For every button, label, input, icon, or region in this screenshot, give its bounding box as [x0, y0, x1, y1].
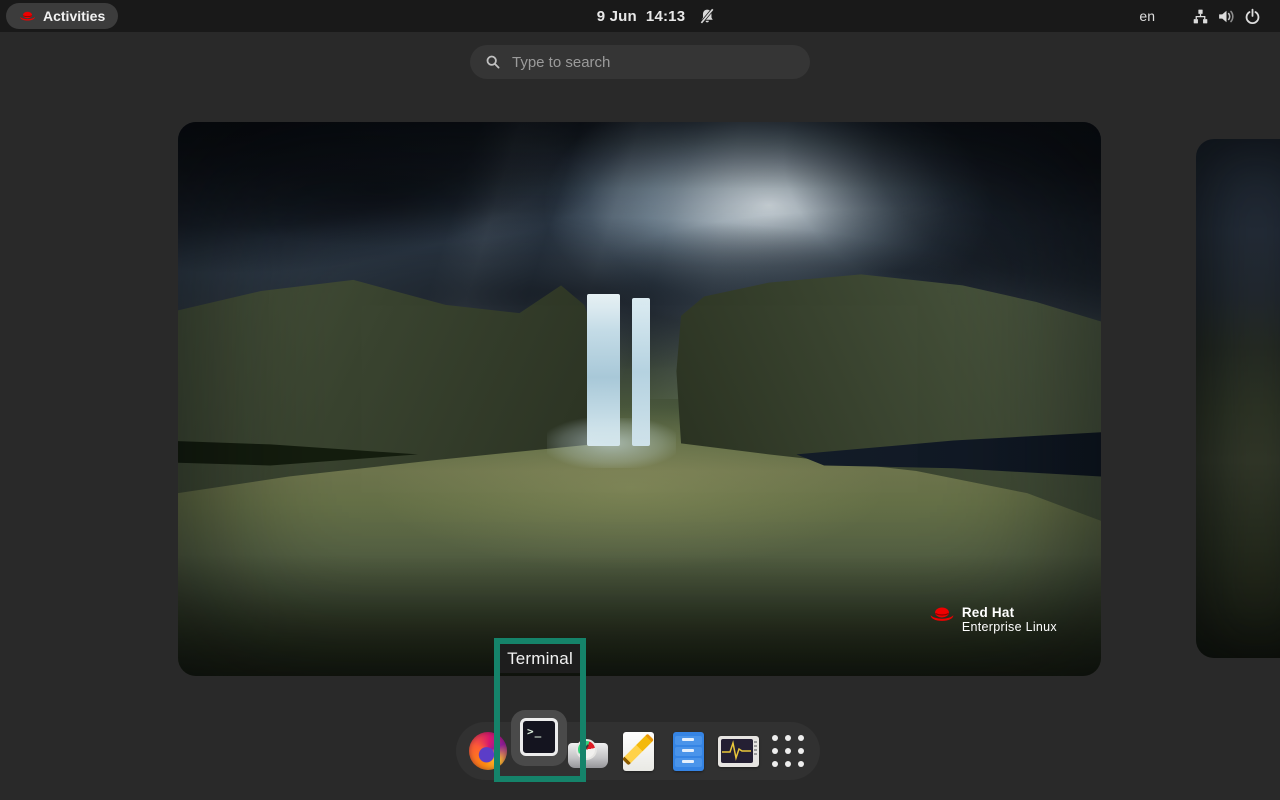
dash-app-firefox[interactable] — [468, 722, 508, 780]
workspace-thumbnail-next[interactable] — [1196, 139, 1280, 658]
workspace-thumbnail-current[interactable]: Red Hat Enterprise Linux — [178, 122, 1101, 676]
clock-label: 9 Jun 14:13 — [597, 8, 686, 25]
dash-app-files[interactable] — [668, 722, 708, 780]
activities-button[interactable]: Activities — [6, 3, 118, 29]
clock-date: 9 Jun — [597, 8, 637, 25]
disks-icon — [568, 743, 608, 768]
activities-label: Activities — [43, 8, 105, 24]
rhel-wallpaper-logo: Red Hat Enterprise Linux — [929, 605, 1057, 634]
clock-time: 14:13 — [646, 8, 685, 25]
show-applications-button[interactable] — [768, 722, 808, 780]
search-icon — [485, 54, 501, 70]
notifications-muted-icon — [698, 8, 715, 25]
dash-app-system-monitor[interactable] — [718, 722, 758, 780]
volume-icon[interactable] — [1213, 0, 1239, 32]
terminal-icon[interactable]: >_ — [520, 718, 558, 756]
network-wired-icon[interactable] — [1187, 0, 1213, 32]
wallpaper-waterfall: Red Hat Enterprise Linux — [178, 122, 1101, 676]
red-hat-icon — [929, 605, 955, 623]
red-hat-icon — [19, 10, 36, 22]
gnome-activities-overview: Activities 9 Jun 14:13 en — [0, 0, 1280, 800]
power-icon[interactable] — [1239, 0, 1265, 32]
clock-menu[interactable]: 9 Jun 14:13 — [597, 0, 716, 32]
search-bar[interactable] — [470, 45, 810, 79]
firefox-icon — [469, 732, 507, 770]
rhel-vendor-label: Red Hat — [962, 605, 1057, 620]
app-grid-icon — [772, 735, 804, 767]
terminal-prompt-glyph: >_ — [527, 725, 542, 738]
system-monitor-icon — [718, 736, 759, 767]
text-editor-icon — [623, 732, 654, 771]
keyboard-layout-indicator[interactable]: en — [1139, 8, 1155, 24]
dash-app-disks[interactable] — [568, 722, 608, 780]
search-input[interactable] — [510, 53, 810, 72]
dash-app-text-editor[interactable] — [618, 722, 658, 780]
rhel-product-label: Enterprise Linux — [962, 620, 1057, 634]
files-icon — [673, 732, 704, 771]
system-status-area[interactable]: en — [1139, 0, 1265, 32]
top-bar: Activities 9 Jun 14:13 en — [0, 0, 1280, 32]
wallpaper-dark-hills — [1196, 139, 1280, 658]
